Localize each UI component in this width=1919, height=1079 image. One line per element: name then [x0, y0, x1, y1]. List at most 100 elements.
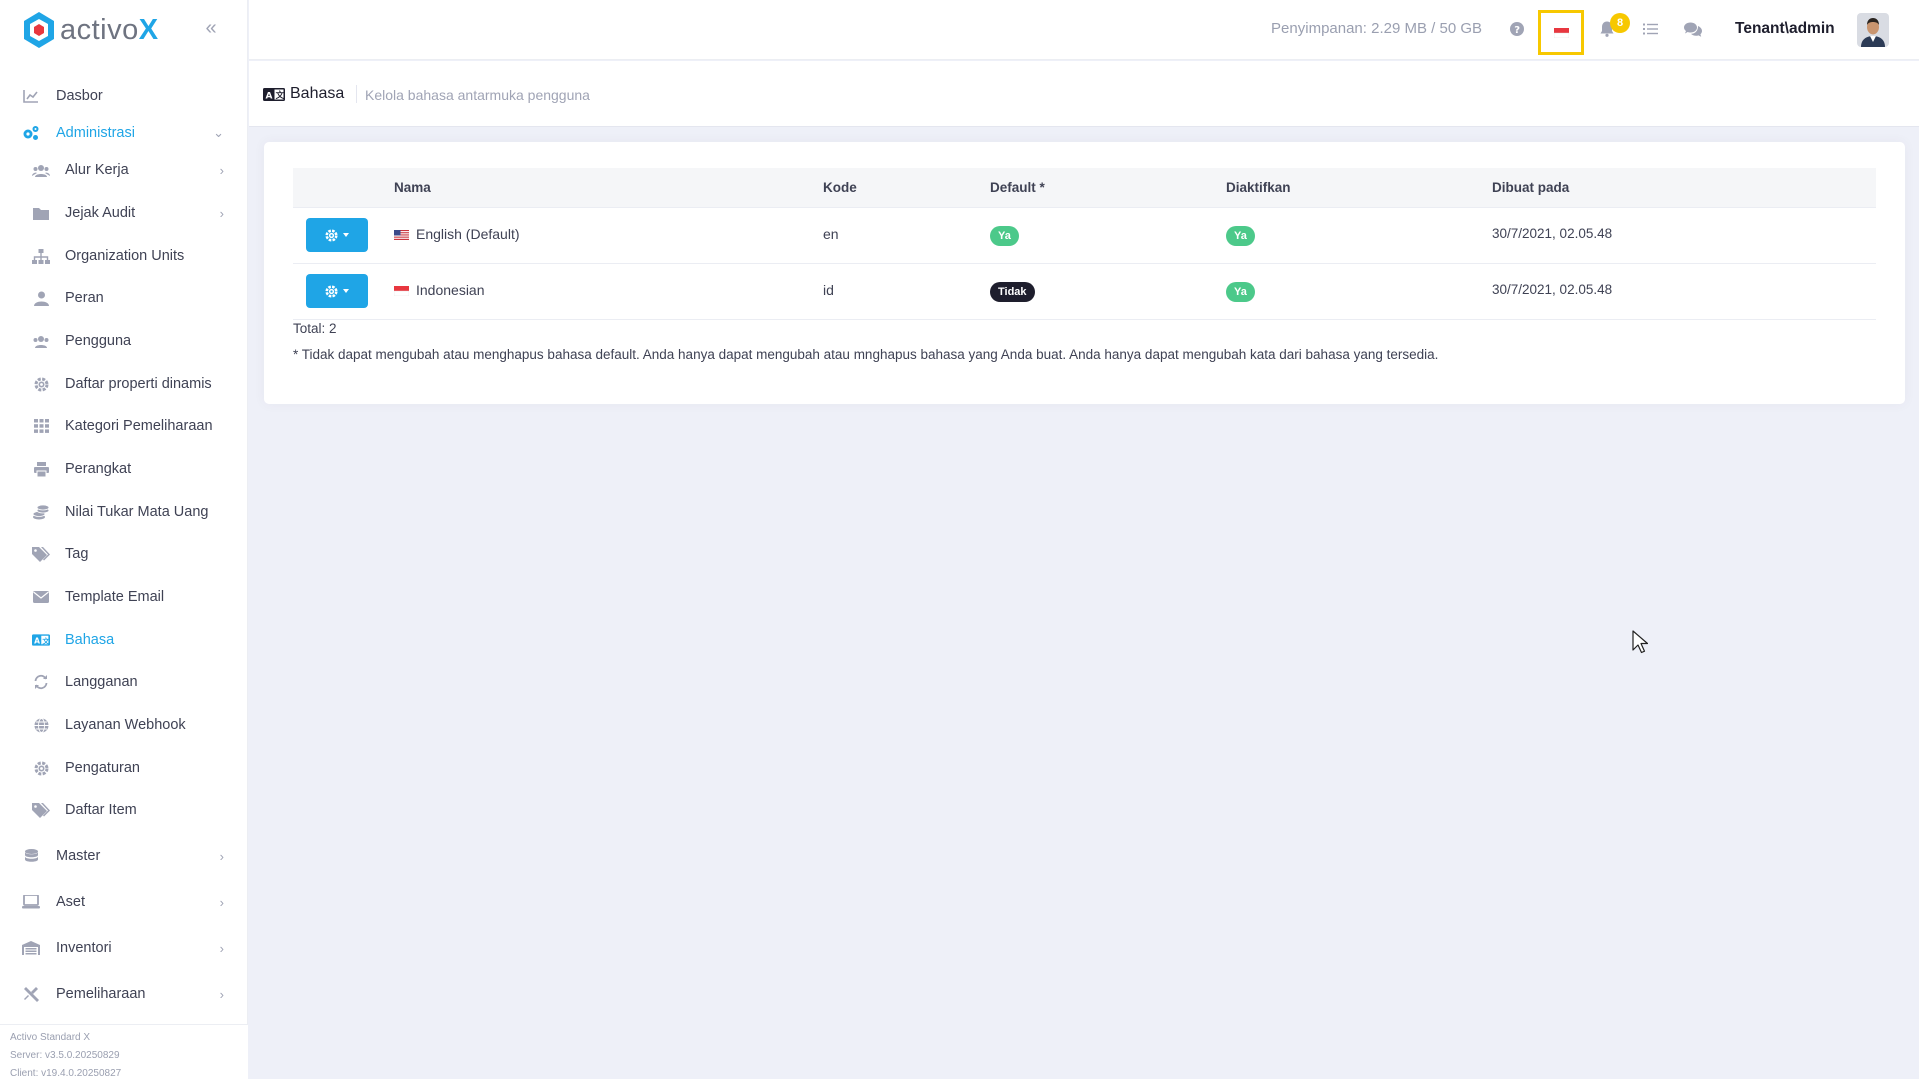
language-switcher[interactable]: [1538, 10, 1584, 55]
svg-text:A: A: [34, 636, 40, 645]
table-row: Indonesian id Tidak Ya 30/7/2021, 02.05.…: [293, 264, 1876, 320]
subheader-divider: [356, 85, 357, 103]
task-list-icon[interactable]: [1639, 18, 1661, 40]
sidebar-item-template-email[interactable]: Template Email: [0, 579, 248, 615]
indonesia-flag-icon: [1553, 27, 1569, 38]
sidebar-item-pengguna[interactable]: Pengguna: [0, 323, 248, 359]
sidebar-item-daftar-item[interactable]: Daftar Item: [0, 792, 248, 828]
sidebar-item-layanan-webhook[interactable]: Layanan Webhook: [0, 707, 248, 743]
subheader: A文 Bahasa Kelola bahasa antarmuka penggu…: [249, 61, 1919, 127]
mouse-cursor-icon: [1632, 630, 1648, 654]
cogs-icon: [22, 124, 40, 142]
refresh-icon: [32, 673, 50, 691]
coins-icon: [32, 503, 50, 521]
svg-text:文: 文: [42, 636, 50, 645]
collapse-sidebar-icon[interactable]: «: [201, 18, 221, 38]
folder-icon: [32, 204, 50, 222]
brand[interactable]: activoX «: [0, 0, 247, 60]
sidebar-item-tag[interactable]: Tag: [0, 536, 248, 572]
page-title: Bahasa: [290, 85, 345, 102]
top-header: Penyimpanan: 2.29 MB / 50 GB ? 8 Tenant\…: [249, 0, 1919, 60]
total-count: Total: 2: [293, 321, 337, 336]
sidebar-item-dasbor[interactable]: Dasbor: [0, 78, 248, 114]
sidebar-item-bahasa[interactable]: A文 Bahasa: [0, 622, 248, 658]
created-date: 30/7/2021, 02.05.48: [1492, 226, 1613, 241]
table-header: Nama Kode Default * Diaktifkan Dibuat pa…: [293, 168, 1876, 208]
sidebar-item-aset[interactable]: Aset ›: [0, 884, 248, 920]
sidebar-item-pengaturan[interactable]: Pengaturan: [0, 750, 248, 786]
chart-icon: [22, 87, 40, 105]
sidebar-item-master[interactable]: Master ›: [0, 838, 248, 874]
sidebar: activoX « Dasbor Administrasi ⌄ Alur Ker…: [0, 0, 248, 1079]
avatar[interactable]: [1857, 13, 1889, 47]
gear-icon: [32, 759, 50, 777]
status-badge: Tidak: [990, 282, 1035, 302]
column-header-dibuat-pada[interactable]: Dibuat pada: [1492, 180, 1569, 195]
globe-icon: [32, 716, 50, 734]
client-version: Client: v19.4.0.20250827: [10, 1068, 122, 1079]
database-icon: [22, 847, 40, 865]
chat-icon[interactable]: [1682, 18, 1704, 40]
chevron-right-icon: ›: [219, 986, 224, 1002]
status-badge: Ya: [1226, 226, 1255, 246]
row-actions-button[interactable]: [306, 218, 368, 252]
notification-badge: 8: [1610, 13, 1630, 33]
language-icon: A文: [263, 88, 285, 106]
row-actions-button[interactable]: [306, 274, 368, 308]
sidebar-item-kategori-pemeliharaan[interactable]: Kategori Pemeliharaan: [0, 408, 248, 444]
tags-icon: [32, 801, 50, 819]
envelope-icon: [32, 588, 50, 606]
status-badge: Ya: [1226, 282, 1255, 302]
chevron-right-icon: ›: [219, 894, 224, 910]
storage-usage: Penyimpanan: 2.29 MB / 50 GB: [1271, 20, 1482, 37]
warehouse-icon: [22, 939, 40, 957]
sidebar-item-perangkat[interactable]: Perangkat: [0, 451, 248, 487]
language-icon: A文: [32, 631, 50, 649]
page-description: Kelola bahasa antarmuka pengguna: [365, 87, 590, 103]
gear-icon: [325, 228, 338, 242]
us-flag-icon: [394, 230, 409, 240]
svg-text:文: 文: [276, 90, 285, 101]
sidebar-item-organization-units[interactable]: Organization Units: [0, 238, 248, 274]
printer-icon: [32, 460, 50, 478]
gear-icon: [325, 284, 338, 298]
user-menu[interactable]: Tenant\admin: [1735, 20, 1835, 38]
users-icon: [32, 332, 50, 350]
created-date: 30/7/2021, 02.05.48: [1492, 282, 1613, 297]
sidebar-item-inventori[interactable]: Inventori ›: [0, 930, 248, 966]
chevron-down-icon: ⌄: [213, 125, 224, 140]
sidebar-item-pemeliharaan[interactable]: Pemeliharaan ›: [0, 976, 248, 1012]
language-code: id: [823, 282, 834, 298]
column-header-nama[interactable]: Nama: [394, 180, 431, 195]
caret-down-icon: [343, 233, 349, 237]
product-name: Activo Standard X: [10, 1032, 91, 1043]
activox-logo-icon: [24, 12, 54, 48]
tags-icon: [32, 545, 50, 563]
language-name: English (Default): [394, 226, 520, 242]
users-icon: [32, 161, 50, 179]
caret-down-icon: [343, 289, 349, 293]
sidebar-item-daftar-properti-dinamis[interactable]: Daftar properti dinamis: [0, 366, 248, 402]
sidebar-item-nilai-tukar-mata-uang[interactable]: Nilai Tukar Mata Uang: [0, 494, 248, 530]
language-code: en: [823, 226, 839, 242]
chevron-right-icon: ›: [219, 940, 224, 956]
chevron-right-icon: ›: [219, 162, 224, 178]
languages-card: Nama Kode Default * Diaktifkan Dibuat pa…: [264, 142, 1905, 404]
sidebar-item-peran[interactable]: Peran: [0, 280, 248, 316]
sidebar-item-jejak-audit[interactable]: Jejak Audit ›: [0, 195, 248, 231]
sidebar-item-langganan[interactable]: Langganan: [0, 664, 248, 700]
server-version: Server: v3.5.0.20250829: [10, 1050, 120, 1061]
indonesia-flag-icon: [394, 286, 409, 296]
column-header-default[interactable]: Default *: [990, 180, 1045, 195]
language-name: Indonesian: [394, 282, 485, 298]
sidebar-item-alur-kerja[interactable]: Alur Kerja ›: [0, 152, 248, 188]
column-header-kode[interactable]: Kode: [823, 180, 857, 195]
status-badge: Ya: [990, 226, 1019, 246]
sitemap-icon: [32, 247, 50, 265]
help-icon[interactable]: ?: [1506, 18, 1528, 40]
column-header-diaktifkan[interactable]: Diaktifkan: [1226, 180, 1291, 195]
gear-icon: [32, 375, 50, 393]
sidebar-item-administrasi[interactable]: Administrasi ⌄: [0, 115, 248, 151]
brand-name: activoX: [60, 13, 159, 46]
table-row: English (Default) en Ya Ya 30/7/2021, 02…: [293, 208, 1876, 264]
